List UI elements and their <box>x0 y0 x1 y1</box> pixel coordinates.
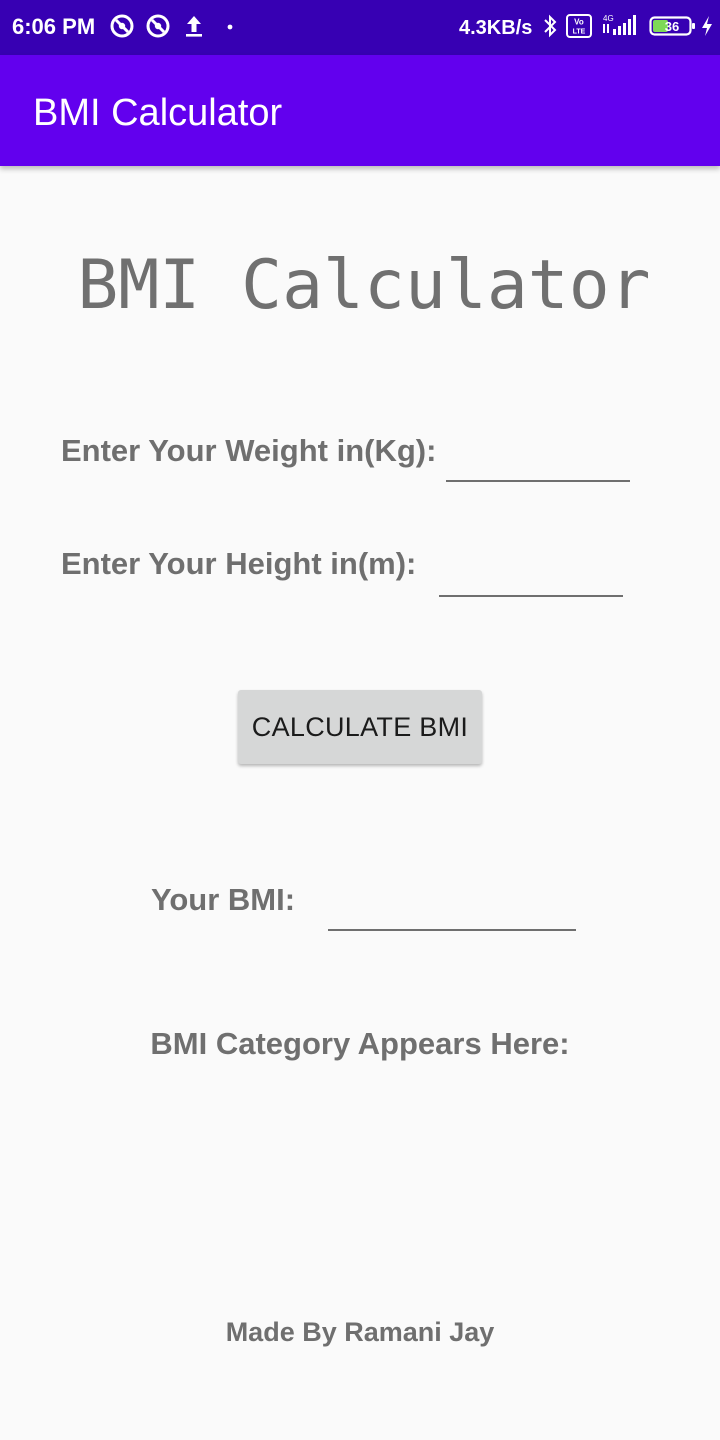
height-label: Enter Your Height in(m): <box>61 546 417 581</box>
height-input[interactable] <box>439 557 623 597</box>
svg-text:4G: 4G <box>603 14 614 23</box>
svg-text:Vo: Vo <box>574 18 584 27</box>
status-time: 6:06 PM <box>12 14 96 39</box>
bmi-result-field <box>328 929 576 931</box>
weight-input[interactable] <box>446 442 630 482</box>
battery-icon: 36 <box>649 16 695 36</box>
calculate-bmi-button[interactable]: CALCULATE BMI <box>238 690 482 764</box>
signal-icon: 4G <box>603 14 636 35</box>
charging-icon <box>702 16 712 36</box>
sync-icon <box>110 14 134 38</box>
volte-icon: Vo LTE <box>566 14 592 38</box>
bmi-label: Your BMI: <box>151 882 296 917</box>
bmi-category-text: BMI Category Appears Here: <box>150 1026 570 1061</box>
bluetooth-icon <box>544 14 557 38</box>
network-speed: 4.3KB/s <box>459 17 533 39</box>
weight-label: Enter Your Weight in(Kg): <box>61 433 437 468</box>
app-bar-title: BMI Calculator <box>33 92 283 134</box>
sync-icon <box>146 14 170 38</box>
battery-level: 36 <box>665 19 679 34</box>
footer-credit: Made By Ramani Jay <box>225 1317 495 1347</box>
svg-text:LTE: LTE <box>573 29 586 36</box>
status-bar: 6:06 PM 4.3KB/s Vo LTE 4G 36 <box>0 0 720 55</box>
app-bar: BMI Calculator <box>0 55 720 166</box>
page-title: BMI Calculator <box>77 246 651 325</box>
upload-icon <box>186 16 202 37</box>
dot-icon <box>227 24 233 30</box>
